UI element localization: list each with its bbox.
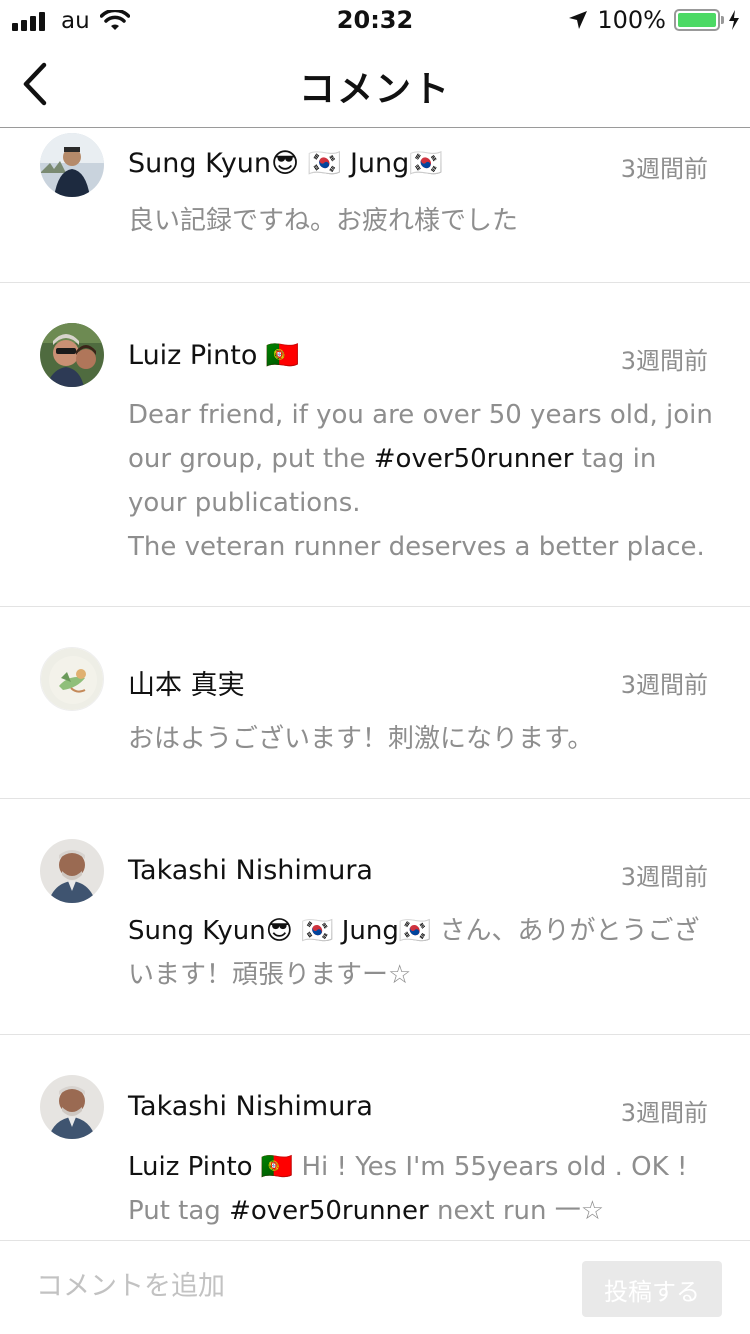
commenter-name[interactable]: Sung Kyun😎 🇰🇷 Jung🇰🇷 <box>128 147 443 179</box>
hashtag-link[interactable]: #over50runner <box>229 1196 429 1226</box>
comment-composer: 投稿する <box>0 1240 750 1334</box>
comment-timestamp: 3週間前 <box>620 863 708 891</box>
comment-list[interactable]: Sung Kyun😎 🇰🇷 Jung🇰🇷 3週間前 良い記録ですね。お疲れ様でし… <box>0 129 750 1240</box>
page-title: コメント <box>298 69 451 110</box>
location-arrow-icon <box>569 11 588 29</box>
comment-text: Sung Kyun😎 🇰🇷 Jung🇰🇷 さん、ありがとうございます！頑張ります… <box>128 909 714 997</box>
avatar[interactable] <box>40 1075 104 1139</box>
avatar[interactable] <box>40 647 104 711</box>
comment-text: Luiz Pinto 🇵🇹 Hi ! Yes I'm 55years old .… <box>128 1145 714 1233</box>
nav-bar: コメント <box>0 40 750 128</box>
commenter-name[interactable]: Takashi Nishimura <box>128 1091 373 1122</box>
hashtag-link[interactable]: #over50runner <box>374 444 574 474</box>
post-button[interactable]: 投稿する <box>582 1261 722 1317</box>
commenter-name[interactable]: Takashi Nishimura <box>128 855 373 886</box>
comment-text-segment: next run 一☆ <box>428 1196 605 1226</box>
comment-text: Dear friend, if you are over 50 years ol… <box>128 393 714 569</box>
comment-item: Luiz Pinto 🇵🇹 3週間前 Dear friend, if you a… <box>0 283 750 607</box>
comment-item: Takashi Nishimura 3週間前 Luiz Pinto 🇵🇹 Hi … <box>0 1035 750 1240</box>
avatar[interactable] <box>40 133 104 197</box>
comment-timestamp: 3週間前 <box>620 347 708 375</box>
comment-timestamp: 3週間前 <box>620 1099 708 1127</box>
battery-icon <box>674 9 724 31</box>
avatar[interactable] <box>40 839 104 903</box>
avatar[interactable] <box>40 323 104 387</box>
comment-text-segment: おはようございます！刺激になります。 <box>128 724 594 754</box>
battery-percent: 100% <box>597 6 666 34</box>
comment-timestamp: 3週間前 <box>620 155 708 183</box>
comment-text: おはようございます！刺激になります。 <box>128 717 714 761</box>
comment-item: Sung Kyun😎 🇰🇷 Jung🇰🇷 3週間前 良い記録ですね。お疲れ様でし… <box>0 129 750 283</box>
comment-text-segment: 良い記録ですね。お疲れ様でした <box>128 206 519 236</box>
user-mention-link[interactable]: Sung Kyun😎 🇰🇷 Jung🇰🇷 <box>128 916 431 946</box>
comment-timestamp: 3週間前 <box>620 671 708 699</box>
comment-item: Takashi Nishimura 3週間前 Sung Kyun😎 🇰🇷 Jun… <box>0 799 750 1035</box>
comment-input[interactable] <box>36 1263 556 1309</box>
commenter-name[interactable]: Luiz Pinto 🇵🇹 <box>128 339 300 371</box>
status-bar: au 20:32 100% <box>0 0 750 40</box>
comment-item: 山本 真実 3週間前 おはようございます！刺激になります。 <box>0 607 750 799</box>
comment-text: 良い記録ですね。お疲れ様でした <box>128 199 714 243</box>
user-mention-link[interactable]: Luiz Pinto 🇵🇹 <box>128 1152 293 1182</box>
commenter-name[interactable]: 山本 真実 <box>128 663 245 702</box>
charging-bolt-icon <box>729 10 739 30</box>
